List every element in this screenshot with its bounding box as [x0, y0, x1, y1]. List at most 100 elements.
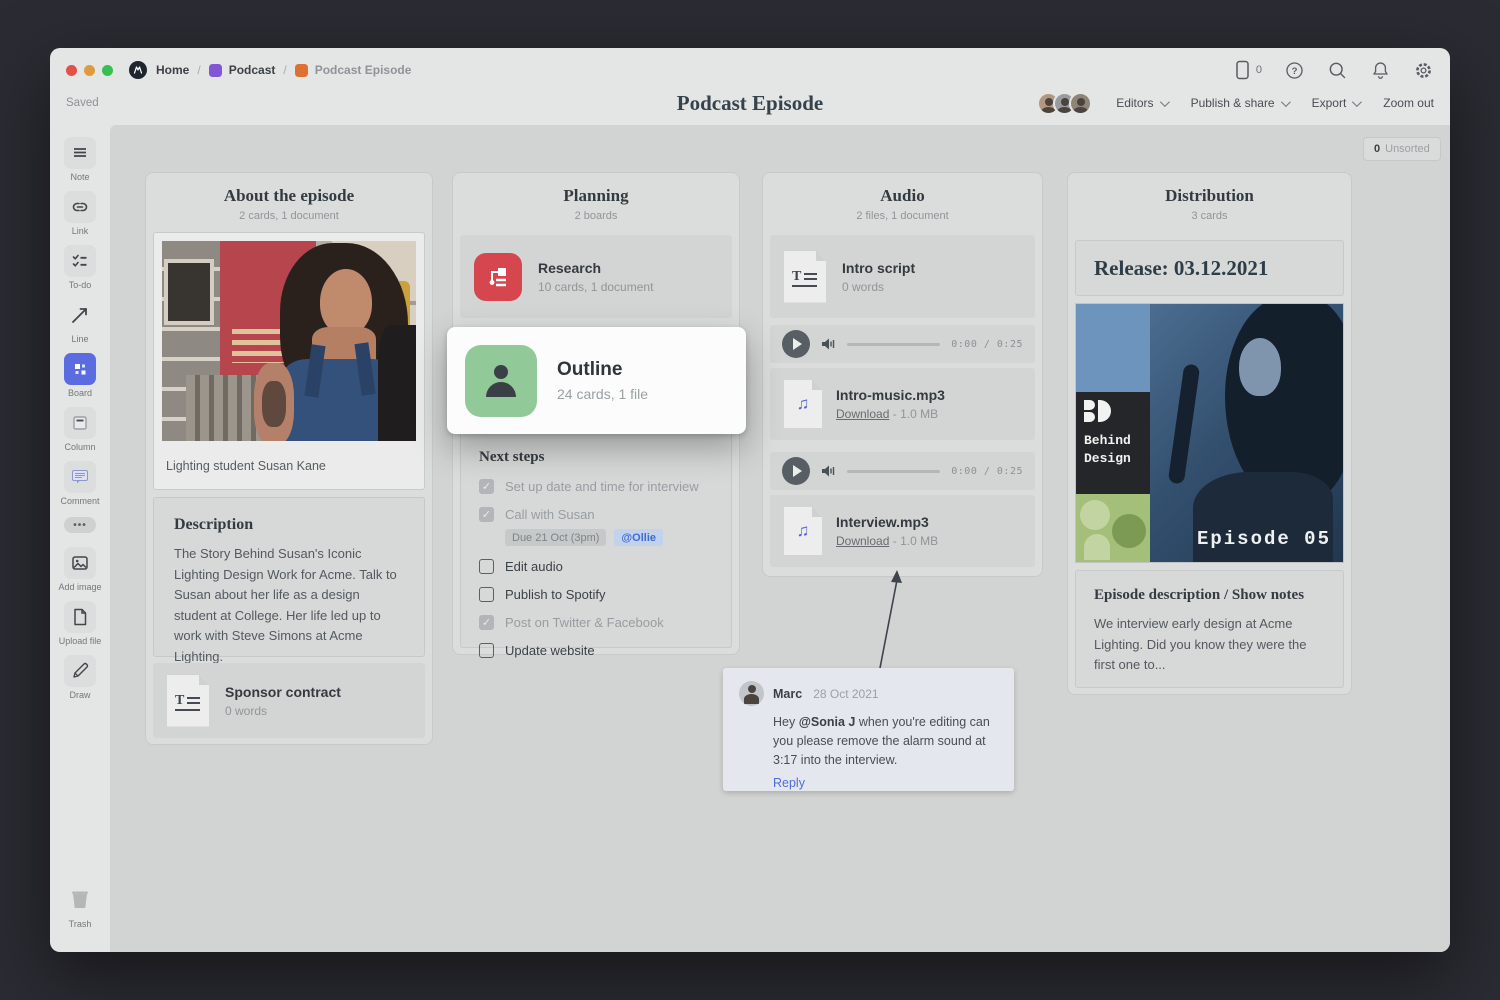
release-date-card[interactable]: Release: 03.12.2021: [1075, 240, 1344, 296]
sidebar-tool-comment[interactable]: Comment: [60, 461, 100, 506]
audio-time: 0:00 / 0:25: [951, 338, 1023, 350]
document-icon: T: [167, 674, 209, 727]
checkbox-unchecked[interactable]: [479, 587, 494, 602]
export-label: Export: [1311, 96, 1347, 110]
description-card[interactable]: Description The Story Behind Susan's Ico…: [153, 497, 425, 664]
breadcrumb-home-label: Home: [156, 63, 190, 77]
unsorted-badge[interactable]: 0 Unsorted: [1363, 137, 1441, 161]
milanote-logo[interactable]: [129, 61, 147, 79]
research-board-card[interactable]: Research 10 cards, 1 document: [460, 235, 732, 318]
checkbox-checked[interactable]: ✓: [479, 615, 494, 630]
editors-menu-button[interactable]: Editors: [1116, 96, 1170, 110]
comment-author-name: Marc: [773, 686, 803, 701]
breadcrumb-podcast[interactable]: Podcast: [208, 63, 276, 77]
todo-label: Call with Susan: [505, 507, 595, 522]
breadcrumb-podcast-episode[interactable]: Podcast Episode: [294, 63, 411, 77]
volume-icon[interactable]: [821, 464, 836, 478]
tool-label: Comment: [60, 496, 100, 506]
sidebar-trash[interactable]: Trash: [64, 884, 96, 929]
interview-file-card[interactable]: ♫ Interview.mp3 Download - 1.0 MB: [770, 495, 1035, 567]
unsorted-count: 0: [1374, 143, 1381, 155]
outline-board-icon: [465, 344, 537, 417]
comment-mention[interactable]: @Sonia J: [799, 715, 856, 729]
todo-label: Update website: [505, 643, 595, 658]
column-title[interactable]: Audio: [763, 186, 1042, 206]
close-window-button[interactable]: [66, 64, 77, 76]
play-button[interactable]: [782, 457, 810, 485]
upload-file-icon: [74, 608, 87, 626]
image-card-susan-kane[interactable]: Lighting student Susan Kane: [153, 232, 425, 490]
breadcrumb-separator: /: [197, 63, 201, 77]
note-icon: [74, 148, 86, 157]
download-link[interactable]: Download: [836, 407, 889, 421]
publish-share-menu-button[interactable]: Publish & share: [1191, 96, 1291, 110]
file-name: Intro-music.mp3: [836, 387, 945, 403]
maximize-window-button[interactable]: [102, 64, 113, 76]
research-title: Research: [538, 259, 602, 276]
column-icon: [73, 416, 87, 430]
episode-cover-art[interactable]: Episode 05 Behind Design: [1075, 303, 1344, 563]
todo-icon: [72, 254, 87, 267]
volume-icon[interactable]: [821, 337, 836, 351]
behind-design-logo: [1084, 400, 1142, 422]
sidebar-more-tools-button[interactable]: •••: [64, 517, 96, 533]
settings-gear-icon[interactable]: [1413, 60, 1434, 81]
comment-reply-link[interactable]: Reply: [773, 776, 998, 790]
sidebar-tool-column[interactable]: Column: [64, 407, 96, 452]
sidebar-tool-add-image[interactable]: Add image: [58, 547, 102, 592]
more-dots-icon: •••: [64, 517, 96, 533]
due-date-pill[interactable]: Due 21 Oct (3pm): [505, 529, 607, 546]
assignee-pill[interactable]: @Ollie: [614, 529, 663, 546]
sidebar-tool-line[interactable]: Line: [64, 299, 96, 344]
checkbox-unchecked[interactable]: [479, 559, 494, 574]
research-board-icon: [474, 252, 522, 301]
intro-script-title: Intro script: [842, 259, 916, 276]
zoom-out-label: Zoom out: [1383, 96, 1434, 110]
episode-description-title: Episode description / Show notes: [1094, 587, 1305, 603]
sidebar-tool-todo[interactable]: To-do: [64, 245, 96, 290]
todo-label: Post on Twitter & Facebook: [505, 615, 664, 630]
audio-player-intro-music: 0:00 / 0:25: [770, 325, 1035, 363]
next-steps-title: Next steps: [479, 449, 545, 465]
intro-music-file-card[interactable]: ♫ Intro-music.mp3 Download - 1.0 MB: [770, 368, 1035, 440]
sponsor-contract-card[interactable]: T Sponsor contract 0 words: [153, 663, 425, 738]
sidebar-tool-note[interactable]: Note: [64, 137, 96, 182]
download-link[interactable]: Download: [836, 534, 889, 548]
comment-card[interactable]: Marc 28 Oct 2021 Hey @Sonia J when you'r…: [723, 668, 1014, 791]
checkbox-unchecked[interactable]: [479, 643, 494, 658]
audio-time: 0:00 / 0:25: [951, 465, 1023, 477]
play-button[interactable]: [782, 330, 810, 358]
outline-board-card-dragging[interactable]: Outline 24 cards, 1 file: [447, 327, 746, 434]
episode-description-card[interactable]: Episode description / Show notes We inte…: [1075, 570, 1344, 688]
sidebar-tool-draw[interactable]: Draw: [64, 655, 96, 700]
todo-item: Edit audio: [479, 559, 713, 574]
connected-devices-button[interactable]: 0: [1232, 59, 1262, 81]
outline-title: Outline: [557, 359, 623, 380]
notifications-bell-icon[interactable]: [1370, 60, 1391, 81]
avatar[interactable]: [1069, 91, 1093, 115]
tool-label: Trash: [68, 919, 92, 929]
zoom-out-button[interactable]: Zoom out: [1383, 96, 1434, 110]
column-title[interactable]: Planning: [453, 186, 739, 206]
sidebar-tool-link[interactable]: Link: [64, 191, 96, 236]
audio-progress-bar[interactable]: [847, 342, 941, 346]
checkbox-checked[interactable]: ✓: [479, 479, 494, 494]
search-icon[interactable]: [1327, 60, 1348, 81]
image-caption: Lighting student Susan Kane: [166, 459, 326, 473]
column-title[interactable]: Distribution: [1068, 186, 1351, 206]
sidebar-tool-upload-file[interactable]: Upload file: [59, 601, 101, 646]
sidebar-tool-board[interactable]: Board: [64, 353, 96, 398]
minimize-window-button[interactable]: [84, 64, 95, 76]
column-title[interactable]: About the episode: [146, 186, 432, 206]
help-button[interactable]: ?: [1284, 60, 1305, 81]
export-menu-button[interactable]: Export: [1311, 96, 1363, 110]
breadcrumb-home[interactable]: Home: [156, 63, 189, 77]
editor-avatars[interactable]: [1037, 91, 1093, 115]
breadcrumb-separator: /: [283, 63, 287, 77]
next-steps-card[interactable]: Next steps ✓ Set up date and time for in…: [460, 432, 732, 658]
tool-label: Note: [70, 172, 90, 182]
audio-progress-bar[interactable]: [847, 469, 941, 473]
checkbox-checked[interactable]: ✓: [479, 507, 494, 522]
intro-script-card[interactable]: T Intro script 0 words: [770, 235, 1035, 318]
breadcrumb-podcast-label: Podcast: [228, 63, 276, 77]
